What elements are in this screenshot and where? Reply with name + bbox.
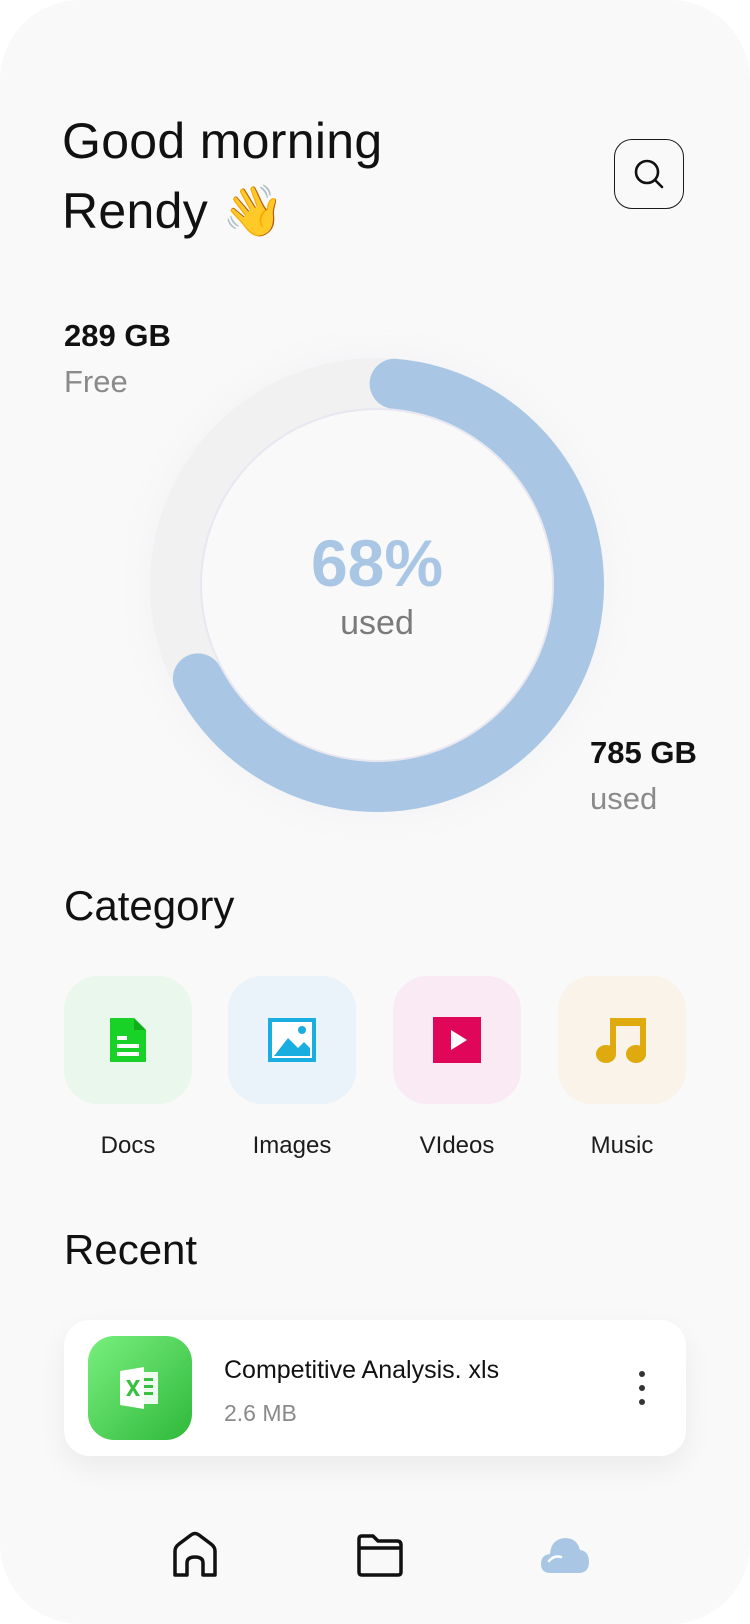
- category-videos[interactable]: VIdeos: [393, 976, 521, 1160]
- cloud-icon: [541, 1538, 589, 1573]
- ring-center-label: 68% used: [150, 358, 604, 812]
- used-storage-stat: 785 GB used: [590, 735, 697, 817]
- category-tile: [64, 976, 192, 1104]
- excel-file-icon: [120, 1367, 158, 1409]
- used-storage-label: used: [590, 781, 658, 816]
- category-docs[interactable]: Docs: [64, 976, 192, 1160]
- nav-cloud[interactable]: [530, 1520, 600, 1590]
- greeting-line-2: Rendy 👋: [62, 183, 285, 239]
- search-button[interactable]: [614, 139, 684, 209]
- document-icon: [110, 1018, 146, 1062]
- folder-icon: [357, 1534, 403, 1577]
- category-tile: [228, 976, 356, 1104]
- used-percent: 68%: [310, 525, 444, 600]
- greeting-heading: Good morning Rendy 👋: [62, 106, 382, 246]
- storage-usage-ring: 68% used: [150, 358, 604, 812]
- category-list: Docs Images VIdeos Music: [64, 976, 686, 1176]
- category-label: Music: [590, 1132, 654, 1159]
- bottom-navigation: [0, 1510, 750, 1600]
- more-dot: [639, 1371, 645, 1377]
- category-label: Images: [252, 1132, 332, 1159]
- used-percent-caption: used: [340, 603, 414, 642]
- category-label: VIdeos: [419, 1132, 495, 1159]
- image-icon: [268, 1018, 316, 1062]
- file-size: 2.6 MB: [224, 1400, 297, 1426]
- video-icon: [433, 1017, 481, 1063]
- free-storage-value: 289 GB: [64, 318, 171, 353]
- file-icon-tile: [88, 1336, 192, 1440]
- more-dot: [639, 1385, 645, 1391]
- category-music[interactable]: Music: [558, 976, 686, 1160]
- category-images[interactable]: Images: [228, 976, 356, 1160]
- recent-file-item[interactable]: Competitive Analysis. xls 2.6 MB: [64, 1320, 686, 1456]
- music-icon: [596, 1018, 646, 1063]
- category-tile: [558, 976, 686, 1104]
- more-dot: [639, 1399, 645, 1405]
- nav-home[interactable]: [160, 1520, 230, 1590]
- greeting-line-1: Good morning: [62, 113, 383, 169]
- file-name: Competitive Analysis. xls: [224, 1356, 500, 1384]
- category-label: Docs: [100, 1132, 156, 1159]
- recent-title: Recent: [64, 1226, 198, 1273]
- app-screen: Good morning Rendy 👋 289 GB Free 68% use…: [0, 0, 750, 1624]
- home-icon: [173, 1531, 217, 1577]
- more-options-button[interactable]: [622, 1360, 662, 1416]
- used-storage-value: 785 GB: [590, 735, 697, 770]
- category-title: Category: [64, 882, 235, 929]
- category-tile: [393, 976, 521, 1104]
- nav-files[interactable]: [345, 1520, 415, 1590]
- search-icon: [634, 159, 664, 189]
